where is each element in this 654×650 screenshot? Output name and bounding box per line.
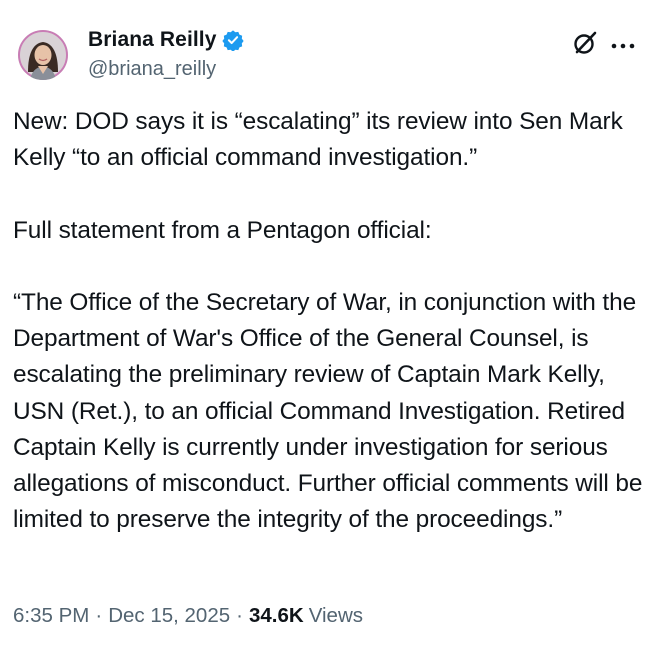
tweet-header: Briana Reilly @briana_reilly [18,24,638,88]
more-horizontal-icon[interactable] [610,38,636,49]
verified-badge-icon [221,29,244,52]
author-handle[interactable]: @briana_reilly [88,58,216,81]
tweet-paragraph: Full statement from a Pentagon official: [13,216,432,244]
tweet-time[interactable]: 6:35 PM [13,604,89,628]
views-count[interactable]: 34.6K [249,604,304,628]
tweet-paragraph: New: DOD says it is “escalating” its rev… [13,108,623,172]
tweet-body: New: DOD says it is “escalating” its rev… [13,104,643,538]
meta-separator: · [95,604,103,627]
author-display-name[interactable]: Briana Reilly [88,28,217,52]
grok-icon[interactable] [572,30,598,56]
name-row: Briana Reilly [88,28,244,52]
tweet-meta: 6:35 PM · Dec 15, 2025 · 34.6K Views [13,604,363,628]
tweet-date[interactable]: Dec 15, 2025 [108,604,230,628]
views-label: Views [308,604,364,627]
avatar[interactable] [18,30,68,80]
tweet-paragraph: “The Office of the Secretary of War, in … [13,288,643,534]
meta-separator: · [236,604,243,627]
